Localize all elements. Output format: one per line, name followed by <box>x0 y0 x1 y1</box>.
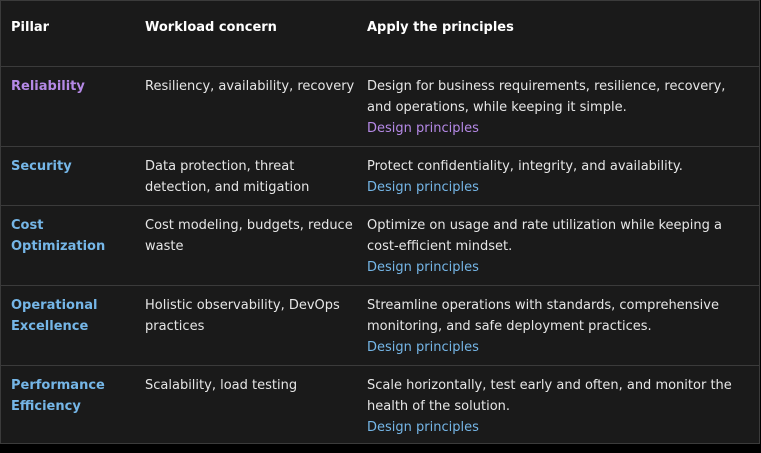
apply-cell: Streamline operations with standards, co… <box>367 295 752 358</box>
pillar-name-cost-optimization: Cost Optimization <box>11 218 106 254</box>
table-row: Security Data protection, threat detecti… <box>1 147 759 206</box>
table-row: Reliability Resiliency, availability, re… <box>1 67 759 147</box>
apply-cell: Design for business requirements, resili… <box>367 76 752 139</box>
pillar-name-performance-efficiency: Performance Efficiency <box>11 378 105 414</box>
concern-cell: Data protection, threat detection, and m… <box>145 159 310 195</box>
header-pillar: Pillar <box>11 20 50 35</box>
concern-cell: Cost modeling, budgets, reduce waste <box>145 218 353 254</box>
table-row: Operational Excellence Holistic observab… <box>1 286 759 366</box>
pillar-name-security: Security <box>11 159 72 174</box>
pillar-cell: Operational Excellence <box>11 295 136 337</box>
apply-text: Protect confidentiality, integrity, and … <box>367 159 683 174</box>
apply-cell: Optimize on usage and rate utilization w… <box>367 215 752 278</box>
pillar-name-operational-excellence: Operational Excellence <box>11 298 98 334</box>
pillar-name-reliability: Reliability <box>11 79 85 94</box>
apply-text: Design for business requirements, resili… <box>367 79 726 115</box>
apply-cell: Scale horizontally, test early and often… <box>367 375 752 438</box>
concern-cell: Holistic observability, DevOps practices <box>145 298 340 334</box>
design-principles-link-reliability[interactable]: Design principles <box>367 118 752 139</box>
design-principles-link-operational-excellence[interactable]: Design principles <box>367 337 752 358</box>
concern-cell: Scalability, load testing <box>145 378 298 393</box>
table-header-row: Pillar Workload concern Apply the princi… <box>1 1 759 67</box>
apply-text: Streamline operations with standards, co… <box>367 298 719 334</box>
apply-cell: Protect confidentiality, integrity, and … <box>367 156 752 198</box>
design-principles-link-security[interactable]: Design principles <box>367 177 752 198</box>
pillar-cell: Security <box>11 156 136 177</box>
header-apply-principles: Apply the principles <box>367 20 514 35</box>
design-principles-link-performance-efficiency[interactable]: Design principles <box>367 417 752 438</box>
apply-text: Optimize on usage and rate utilization w… <box>367 218 722 254</box>
table-row: Cost Optimization Cost modeling, budgets… <box>1 206 759 286</box>
concern-cell: Resiliency, availability, recovery <box>145 79 355 94</box>
apply-text: Scale horizontally, test early and often… <box>367 378 732 414</box>
pillars-table: Pillar Workload concern Apply the princi… <box>0 0 760 444</box>
pillar-cell: Performance Efficiency <box>11 375 136 417</box>
table-row: Performance Efficiency Scalability, load… <box>1 366 759 445</box>
pillar-cell: Reliability <box>11 76 136 97</box>
design-principles-link-cost-optimization[interactable]: Design principles <box>367 257 752 278</box>
header-workload-concern: Workload concern <box>145 20 277 35</box>
pillar-cell: Cost Optimization <box>11 215 136 257</box>
